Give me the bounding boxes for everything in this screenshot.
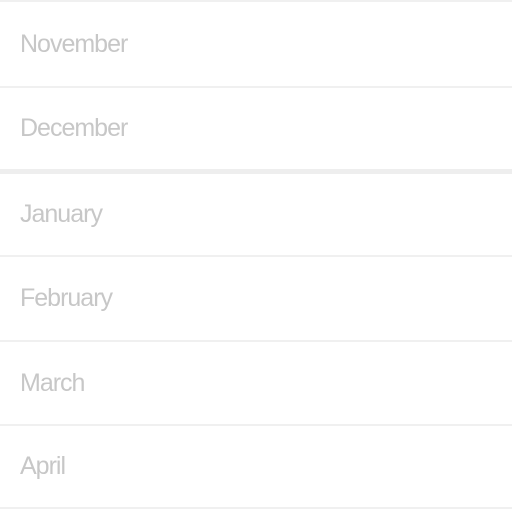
list-item-label: January: [20, 200, 103, 228]
list-item-label: March: [20, 368, 85, 397]
list-item-label: February: [20, 284, 113, 312]
list-item-march[interactable]: March: [0, 342, 512, 424]
list-item-label: November: [20, 29, 128, 58]
list-item-november[interactable]: November: [0, 2, 512, 86]
list-item-label: December: [20, 114, 128, 142]
list-item-february[interactable]: February: [0, 257, 512, 340]
row-divider: [0, 507, 512, 509]
month-list: November December January February March…: [0, 0, 512, 512]
list-item-january[interactable]: January: [0, 174, 512, 255]
list-item-label: April: [20, 452, 66, 480]
list-item-april[interactable]: April: [0, 426, 512, 507]
list-item-december[interactable]: December: [0, 88, 512, 169]
